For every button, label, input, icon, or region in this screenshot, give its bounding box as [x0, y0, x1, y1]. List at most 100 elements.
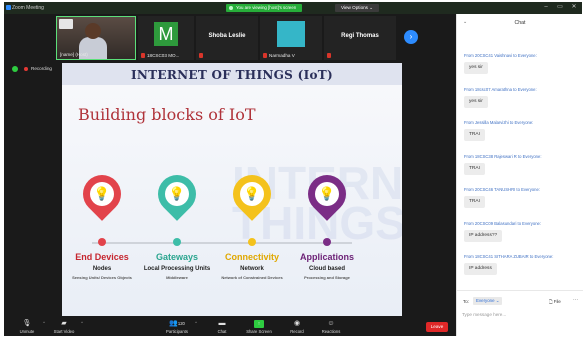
chat-message-bubble: yes sir: [464, 95, 488, 108]
mic-off-icon: 🎙: [22, 320, 32, 327]
share-screen-icon: ↑: [254, 320, 264, 328]
timeline-line: [92, 242, 352, 244]
more-options-icon[interactable]: ···: [573, 297, 578, 303]
lightbulb-icon: 💡: [93, 186, 111, 201]
chat-header: ⌄ Chat: [457, 14, 583, 28]
muted-mic-icon: [199, 53, 203, 58]
recording-label: Recording: [31, 66, 52, 71]
minimize-button[interactable]: –: [540, 3, 552, 12]
maximize-button[interactable]: ▭: [554, 3, 566, 12]
zoom-window: Zoom Meeting You are viewing [host]'s sc…: [0, 0, 586, 338]
shared-slide: INTERNET OF THINGS (IoT) INTERNET THINGS…: [62, 63, 402, 316]
title-bar: Zoom Meeting You are viewing [host]'s sc…: [4, 2, 582, 14]
unmute-label: Unmute: [19, 329, 35, 334]
file-button[interactable]: 🗋 File: [549, 298, 561, 306]
participant-name: [name] (Host): [60, 52, 88, 57]
participant-thumb-regi[interactable]: Regi Thomas: [324, 16, 396, 60]
viewing-banner-text: You are viewing [host]'s screen: [236, 5, 297, 10]
block-title: Gateways: [155, 252, 199, 262]
participant-strip: [name] (Host) M 18CSC03 MO... Shoba Lesl…: [56, 16, 486, 60]
chat-message-sender: From Jessilla Malarvizhi to Everyone:: [464, 120, 534, 125]
zoom-app-icon: [6, 5, 11, 10]
next-page-arrow-icon[interactable]: ›: [404, 30, 418, 44]
timeline-node: [323, 238, 331, 246]
chat-message-sender: From 18CSC38 Rajeswari R to Everyone:: [464, 153, 542, 159]
caret-up-icon[interactable]: ^: [195, 320, 197, 325]
chat-message-bubble: IP address??: [464, 229, 503, 242]
muted-mic-icon: [141, 53, 145, 58]
record-button[interactable]: ◉ Record: [286, 318, 308, 336]
caret-up-icon[interactable]: ^: [81, 320, 83, 325]
chat-message-bubble: TRAI: [464, 196, 485, 208]
reactions-label: Reactions: [321, 329, 341, 334]
chat-message-sender: From 20CSC41 Vaishnavi to Everyone:: [464, 53, 537, 58]
shield-icon: [229, 6, 233, 10]
timeline-node: [248, 238, 256, 246]
chat-message-sender: From 18CSC41 SITHARA ZUBAIR to Everyone:: [464, 254, 554, 259]
participant-thumb-narmadha[interactable]: Narmadha V: [260, 16, 322, 60]
unmute-button[interactable]: 🎙 Unmute ^: [14, 318, 45, 336]
window-title: Zoom Meeting: [12, 5, 44, 11]
chat-label: Chat: [217, 329, 227, 334]
block-description: Network of Constrained Devices: [221, 275, 283, 280]
participant-name-center: Regi Thomas: [341, 33, 379, 39]
chat-message-bubble: TRAI: [464, 129, 485, 141]
record-icon: ◉: [293, 320, 301, 327]
block-title: Connectivity: [224, 252, 279, 262]
participant-initial: M: [154, 22, 178, 46]
record-label: Record: [290, 329, 304, 334]
leave-button[interactable]: Leave: [426, 322, 448, 332]
start-video-button[interactable]: ▰ Start Video ^: [50, 318, 83, 336]
meeting-toolbar: 🎙 Unmute ^ ▰ Start Video ^ 👥120 Particip…: [4, 318, 456, 336]
record-dot-icon: [24, 66, 28, 71]
muted-mic-icon: [263, 53, 267, 58]
close-button[interactable]: ✕: [568, 3, 580, 12]
chat-message-bubble: IP address: [464, 263, 497, 275]
participant-thumb-shoba[interactable]: Shoba Leslie: [196, 16, 258, 60]
participants-button[interactable]: 👥120 Participants ^: [162, 318, 197, 336]
chat-title: Chat: [514, 20, 526, 26]
college-logo: [59, 19, 73, 29]
chat-message-sender: From 20CSC46 TANUSHRI to Everyone:: [464, 187, 540, 192]
viewing-screen-banner: You are viewing [host]'s screen: [226, 4, 303, 12]
chat-message-sender: From 18csc07 Amarathna to Everyone:: [464, 86, 537, 92]
muted-mic-icon: [327, 53, 331, 58]
start-video-label: Start Video: [53, 329, 75, 334]
caret-up-icon[interactable]: ^: [43, 320, 45, 325]
participants-count: 120: [177, 321, 185, 326]
chat-composer: To: Everyone ⌄ 🗋 File ···: [457, 290, 583, 336]
slide-subtitle: Building blocks of IoT: [78, 105, 256, 124]
to-label: To:: [463, 299, 469, 304]
chat-message-sender: From 20CSC09 Balasundari to Everyone:: [464, 220, 542, 226]
block-subtitle: Nodes: [92, 266, 112, 272]
participant-thumb-m[interactable]: M 18CSC03 MO...: [138, 16, 194, 60]
file-icon: 🗋: [549, 299, 553, 304]
chat-bubble-icon: ▬: [218, 320, 226, 327]
security-shield-icon[interactable]: [12, 66, 18, 72]
block-description: Sensing Units/ Devices Objects: [72, 275, 132, 280]
timeline-node: [173, 238, 181, 246]
lightbulb-icon: 💡: [318, 186, 336, 201]
recipient-select[interactable]: Everyone ⌄: [473, 297, 503, 305]
participant-thumb-host[interactable]: [name] (Host): [56, 16, 136, 60]
view-options-button[interactable]: View Options ⌄: [335, 4, 380, 12]
participant-name: 18CSC03 MO...: [147, 53, 180, 58]
reactions-button[interactable]: ☺ Reactions: [318, 318, 344, 336]
recording-indicator[interactable]: Recording: [24, 66, 52, 72]
timeline-node: [98, 238, 106, 246]
lightbulb-icon: 💡: [243, 186, 261, 201]
smiley-icon: ☺: [327, 320, 335, 327]
participants-icon: 👥120: [169, 320, 185, 327]
share-screen-label: Share Screen: [246, 329, 272, 334]
share-screen-button[interactable]: ↑ Share Screen: [244, 318, 274, 336]
block-description: Middleware: [166, 275, 188, 280]
chat-message-bubble: TRAI: [464, 162, 485, 175]
chat-panel: ⌄ Chat From 20CSC41 Vaishnavi to Everyon…: [456, 14, 583, 336]
block-title: Applications: [299, 252, 354, 262]
participant-name: Narmadha V: [269, 53, 295, 58]
chat-message-input[interactable]: [462, 309, 578, 319]
meeting-stage: [name] (Host) M 18CSC03 MO... Shoba Lesl…: [4, 14, 486, 320]
chat-button[interactable]: ▬ Chat: [212, 318, 232, 336]
block-subtitle: Cloud based: [308, 266, 345, 272]
block-title: End Devices: [75, 252, 129, 262]
